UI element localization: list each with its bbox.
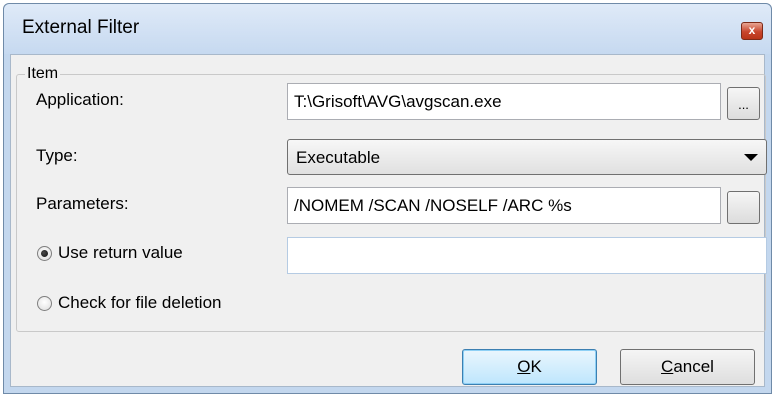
close-icon: x xyxy=(748,23,756,37)
application-field[interactable]: T:\Grisoft\AVG\avgscan.exe xyxy=(287,83,721,120)
type-select[interactable]: Executable xyxy=(287,139,767,175)
use-return-value-label: Use return value xyxy=(58,243,183,262)
type-select-value: Executable xyxy=(296,148,381,167)
cancel-label-rest: ancel xyxy=(673,357,714,376)
groupbox-legend: Item xyxy=(25,65,61,82)
parameters-label: Parameters: xyxy=(36,194,129,213)
ok-label-rest: K xyxy=(530,357,542,376)
dialog-window: External Filter x Item Application: T:\G… xyxy=(3,3,772,394)
check-file-deletion-option[interactable]: Check for file deletion xyxy=(37,293,221,313)
ok-button[interactable]: OK xyxy=(462,349,597,385)
dialog-client-area: Item Application: T:\Grisoft\AVG\avgscan… xyxy=(10,54,767,387)
check-file-deletion-radio[interactable] xyxy=(37,295,52,311)
use-return-value-option[interactable]: Use return value xyxy=(37,243,183,263)
application-browse-button[interactable]: ... xyxy=(727,87,760,120)
dropdown-arrow-icon xyxy=(744,154,758,161)
parameters-field[interactable]: /NOMEM /SCAN /NOSELF /ARC %s xyxy=(287,187,721,224)
return-value-field[interactable] xyxy=(287,237,767,274)
close-button[interactable]: x xyxy=(741,22,763,40)
title-bar[interactable]: External Filter x xyxy=(4,4,771,54)
type-label: Type: xyxy=(36,146,78,165)
ok-mnemonic: O xyxy=(517,357,531,376)
cancel-button[interactable]: Cancel xyxy=(620,349,755,385)
window-title: External Filter xyxy=(22,17,140,38)
cancel-mnemonic: C xyxy=(661,357,674,376)
application-label: Application: xyxy=(36,90,124,109)
use-return-value-radio[interactable] xyxy=(37,245,52,261)
check-file-deletion-label: Check for file deletion xyxy=(58,293,222,312)
parameters-browse-button[interactable] xyxy=(727,191,760,224)
